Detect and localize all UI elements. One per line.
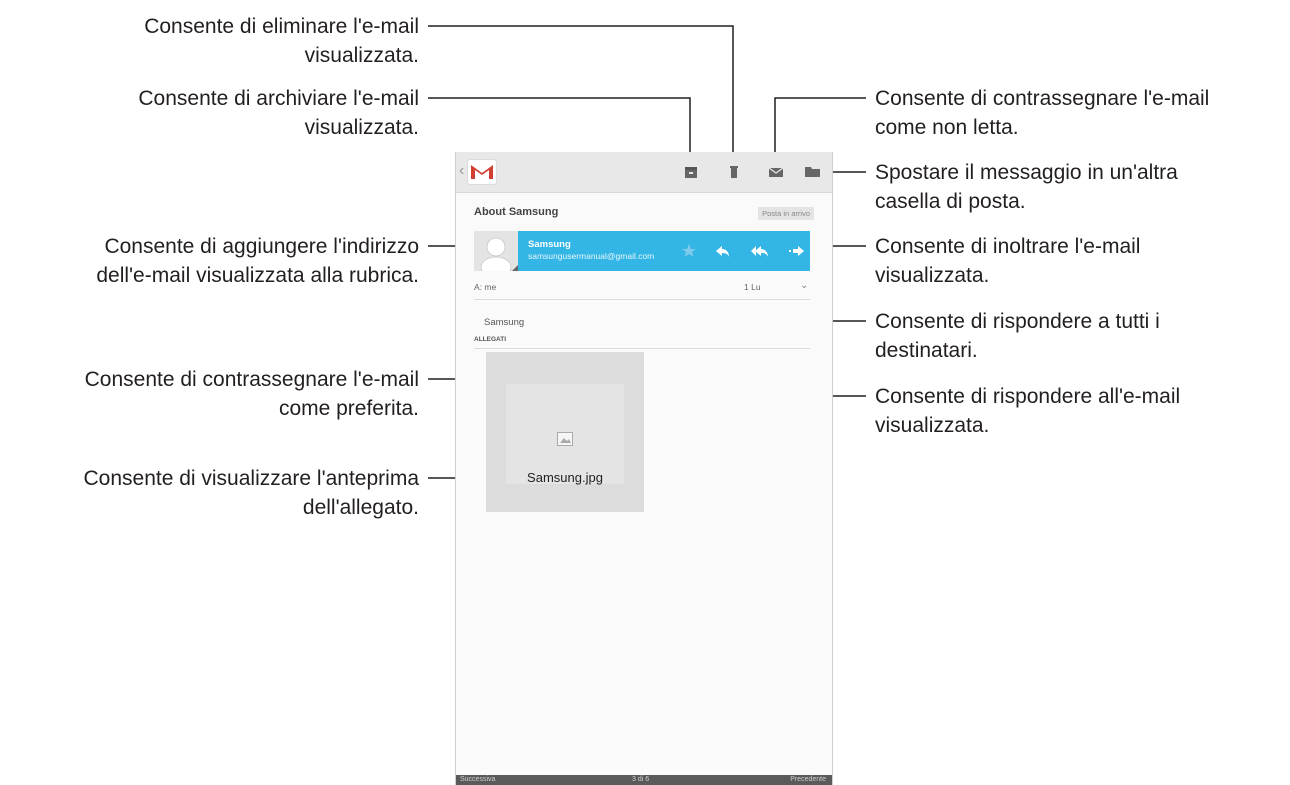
forward-icon[interactable]	[788, 242, 806, 260]
callout-delete-line2: visualizzata.	[304, 44, 419, 67]
mark-unread-icon[interactable]	[768, 164, 784, 180]
line-delete	[428, 25, 734, 158]
callout-unread-line1: Consente di contrassegnare l'e-mail	[875, 87, 1210, 110]
callout-unread: Consente di contrassegnare l'e-mail come…	[875, 84, 1209, 142]
navigation-footer: Successiva 3 di 6 Precedente	[456, 775, 832, 785]
divider	[474, 348, 810, 349]
callout-delete-line1: Consente di eliminare l'e-mail	[144, 15, 419, 38]
callout-reply-line2: visualizzata.	[875, 414, 990, 437]
callout-reply-all: Consente di rispondere a tutti i destina…	[875, 307, 1160, 365]
callout-reply: Consente di rispondere all'e-mail visual…	[875, 382, 1180, 440]
callout-forward-line2: visualizzata.	[875, 264, 990, 287]
sender-name: Samsung	[528, 239, 571, 250]
callout-add-contact: Consente di aggiungere l'indirizzo dell'…	[96, 232, 419, 290]
callout-move: Spostare il messaggio in un'altra casell…	[875, 158, 1178, 216]
star-icon[interactable]	[680, 242, 698, 260]
callout-favorite-line2: come preferita.	[278, 397, 419, 420]
callout-delete: Consente di eliminare l'e-mail visualizz…	[144, 12, 419, 70]
inbox-label[interactable]: Posta in arrivo	[758, 207, 814, 220]
sender-email: samsungusermanual@gmail.com	[528, 251, 655, 261]
attachment-thumbnail	[506, 384, 624, 484]
callout-archive: Consente di archiviare l'e-mail visualiz…	[138, 84, 419, 142]
previous-button[interactable]: Precedente	[790, 776, 826, 783]
attachments-header: ALLEGATI	[474, 336, 507, 343]
reply-all-icon[interactable]	[750, 242, 768, 260]
next-button[interactable]: Successiva	[460, 776, 495, 783]
sender-bar: Samsung samsungusermanual@gmail.com	[518, 231, 810, 271]
email-date: 1 Lu	[744, 282, 761, 292]
email-subject: About Samsung	[474, 206, 559, 218]
callout-forward: Consente di inoltrare l'e-mail visualizz…	[875, 232, 1140, 290]
reply-icon[interactable]	[714, 242, 732, 260]
callout-move-line2: casella di posta.	[875, 190, 1026, 213]
callout-reply-line1: Consente di rispondere all'e-mail	[875, 385, 1181, 408]
contact-avatar[interactable]	[474, 231, 518, 271]
email-screen: ‹ About Samsung Posta in arrivo Samsung …	[455, 152, 833, 785]
callout-move-line1: Spostare il messaggio in un'altra	[875, 161, 1178, 184]
line-archive	[428, 97, 691, 158]
line-unread	[774, 97, 866, 158]
callout-unread-line2: come non letta.	[875, 116, 1019, 139]
attachment-preview[interactable]: Samsung.jpg	[486, 352, 644, 512]
callout-preview: Consente di visualizzare l'anteprima del…	[83, 464, 419, 522]
callout-reply-all-line1: Consente di rispondere a tutti i	[875, 310, 1160, 333]
callout-preview-line2: dell'allegato.	[302, 496, 419, 519]
callout-archive-line2: visualizzata.	[304, 116, 419, 139]
callout-reply-all-line2: destinatari.	[875, 339, 978, 362]
callout-preview-line1: Consente di visualizzare l'anteprima	[83, 467, 419, 490]
delete-icon[interactable]	[726, 164, 742, 180]
action-bar: ‹	[456, 152, 832, 193]
callout-add-contact-line2: dell'e-mail visualizzata alla rubrica.	[96, 264, 419, 287]
callout-favorite: Consente di contrassegnare l'e-mail come…	[85, 365, 419, 423]
message-position: 3 di 6	[632, 776, 650, 783]
callout-forward-line1: Consente di inoltrare l'e-mail	[875, 235, 1141, 258]
folder-icon[interactable]	[804, 164, 820, 180]
callout-add-contact-line1: Consente di aggiungere l'indirizzo	[104, 235, 419, 258]
archive-icon[interactable]	[683, 164, 699, 180]
divider	[474, 299, 810, 300]
callout-favorite-line1: Consente di contrassegnare l'e-mail	[84, 368, 419, 391]
chevron-left-icon[interactable]: ‹	[459, 162, 464, 180]
recipient-text: A: me	[474, 282, 497, 292]
recipient-row[interactable]: A: me 1 Lu ⌄	[474, 280, 810, 292]
email-body: Samsung	[484, 317, 525, 328]
attachment-name: Samsung.jpg	[527, 470, 603, 485]
chevron-down-icon[interactable]: ⌄	[800, 280, 808, 291]
callout-archive-line1: Consente di archiviare l'e-mail	[138, 87, 419, 110]
image-icon	[557, 432, 573, 446]
gmail-logo[interactable]	[468, 160, 496, 184]
